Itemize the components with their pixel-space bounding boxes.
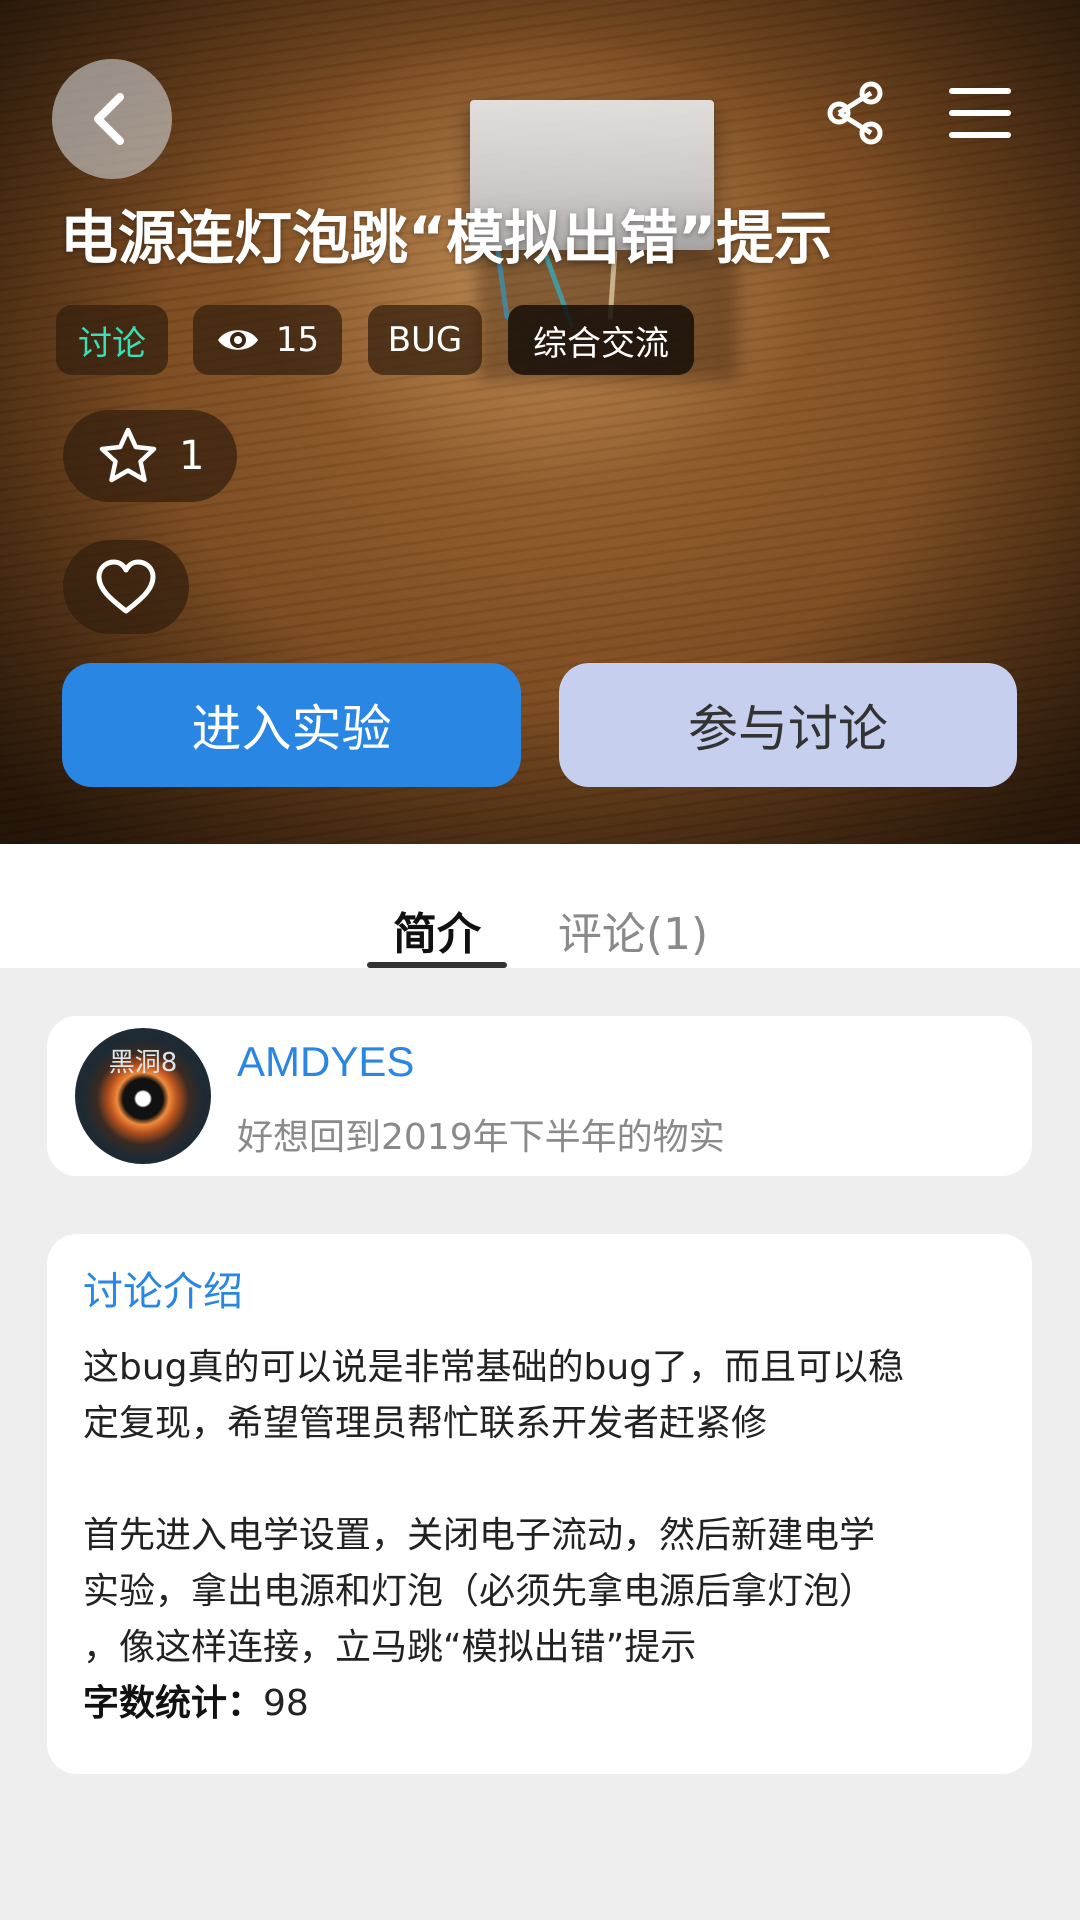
discussion-intro-card: 讨论介绍 这bug真的可以说是非常基础的bug了，而且可以稳 定复现，希望管理员… <box>47 1234 1032 1774</box>
tag-category: 综合交流 <box>508 305 694 375</box>
tab-comments[interactable]: 评论(1) <box>548 898 718 968</box>
intro-paragraph: 首先进入电学设置，关闭电子流动，然后新建电学 实验，拿出电源和灯泡（必须先拿电源… <box>83 1515 876 1668</box>
enter-experiment-button[interactable]: 进入实验 <box>62 663 521 787</box>
tab-bar: 简介 评论(1) <box>0 844 1080 968</box>
star-count: 1 <box>179 433 205 479</box>
menu-icon <box>949 88 1011 138</box>
like-button[interactable] <box>63 540 189 634</box>
tag-bug-label: BUG <box>387 320 463 360</box>
back-icon <box>94 93 124 145</box>
intro-paragraph: 这bug真的可以说是非常基础的bug了，而且可以稳 定复现，希望管理员帮忙联系开… <box>83 1347 905 1444</box>
join-discussion-button[interactable]: 参与讨论 <box>559 663 1017 787</box>
page-title: 电源连灯泡跳“模拟出错”提示 <box>60 204 833 272</box>
tag-type-label: 讨论 <box>78 323 146 364</box>
author-name[interactable]: AMDYES <box>237 1038 414 1086</box>
back-button[interactable] <box>52 59 172 179</box>
hero-banner: 电源连灯泡跳“模拟出错”提示 讨论 15 BUG 综合交流 1 进入实验 参与讨… <box>0 0 1080 844</box>
avatar[interactable]: 黑洞8 <box>75 1028 211 1164</box>
word-count: 字数统计：98 <box>83 1676 996 1732</box>
intro-heading: 讨论介绍 <box>83 1269 243 1315</box>
share-icon <box>827 81 883 145</box>
tag-type: 讨论 <box>56 305 168 375</box>
intro-body: 这bug真的可以说是非常基础的bug了，而且可以稳 定复现，希望管理员帮忙联系开… <box>83 1340 996 1732</box>
tag-category-label: 综合交流 <box>533 323 669 364</box>
views-badge: 15 <box>193 305 342 375</box>
heart-icon <box>96 559 156 614</box>
eye-icon <box>217 330 258 350</box>
views-count: 15 <box>275 320 320 360</box>
tag-bug: BUG <box>368 305 482 375</box>
tab-intro[interactable]: 简介 <box>367 898 507 968</box>
author-signature: 好想回到2019年下半年的物实 <box>237 1117 725 1158</box>
avatar-text: 黑洞8 <box>108 1048 178 1078</box>
author-card[interactable]: 黑洞8 AMDYES 好想回到2019年下半年的物实 <box>47 1016 1032 1176</box>
active-tab-indicator <box>367 962 507 968</box>
word-count-label: 字数统计： <box>83 1683 264 1724</box>
star-button[interactable]: 1 <box>63 410 237 502</box>
word-count-value: 98 <box>263 1683 309 1724</box>
menu-button[interactable] <box>945 78 1015 148</box>
share-button[interactable] <box>820 78 890 148</box>
star-icon <box>99 427 157 483</box>
